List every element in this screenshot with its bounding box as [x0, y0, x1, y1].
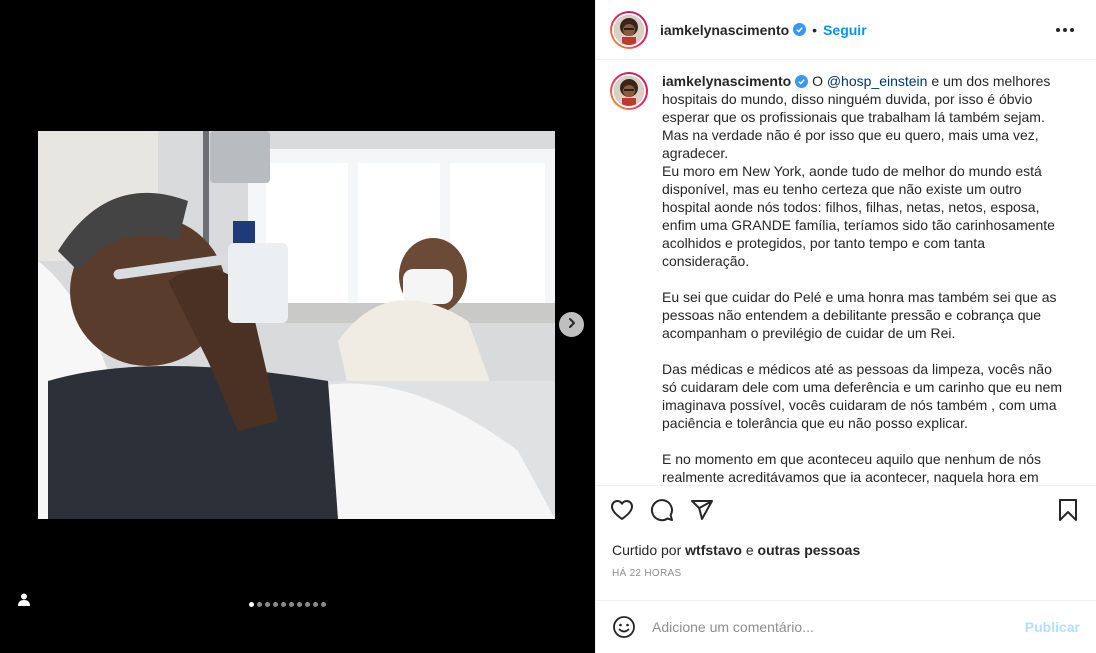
share-button[interactable] — [688, 498, 716, 526]
carousel-dot — [297, 602, 302, 607]
save-button[interactable] — [1054, 498, 1082, 526]
mention-link[interactable]: @hosp_einstein — [827, 73, 928, 89]
add-comment-bar: Publicar — [596, 600, 1096, 653]
smiley-icon[interactable] — [612, 615, 636, 639]
carousel-dot — [305, 602, 310, 607]
post-timestamp[interactable]: HÁ 22 HORAS — [596, 558, 1096, 579]
caption-paragraph: Eu sei que cuidar do Pelé e uma honra ma… — [662, 289, 1061, 341]
carousel-dot — [257, 602, 262, 607]
carousel-dot — [249, 602, 254, 607]
caption-paragraph: e um dos melhores hospitais do mundo, di… — [662, 73, 1055, 269]
media-pane — [0, 0, 595, 653]
follow-button[interactable]: Seguir — [823, 22, 867, 38]
chevron-right-icon — [566, 316, 578, 334]
more-options-icon[interactable] — [1048, 20, 1082, 40]
likes-summary: Curtido por wtfstavo e outras pessoas — [596, 538, 1096, 558]
heart-icon — [610, 498, 634, 527]
post-header: iamkelynascimento • Seguir — [596, 0, 1096, 60]
comment-input[interactable] — [652, 619, 1025, 635]
post-author-username[interactable]: iamkelynascimento — [660, 22, 789, 38]
like-button[interactable] — [608, 498, 636, 526]
comment-bubble-icon — [650, 498, 674, 527]
caption-paragraph: E no momento em que aconteceu aquilo que… — [662, 451, 1042, 485]
user-tag-icon[interactable] — [15, 590, 33, 608]
verified-badge-icon — [795, 75, 809, 88]
bookmark-icon — [1057, 498, 1079, 527]
caption-paragraph: Das médicas e médicos até as pessoas da … — [662, 361, 1066, 431]
next-photo-button[interactable] — [559, 312, 584, 337]
post-modal: iamkelynascimento • Seguir iamkelynascim… — [0, 0, 1096, 653]
caption-area: iamkelynascimento O @hosp_einstein e um … — [596, 60, 1096, 486]
separator: • — [812, 21, 818, 38]
paper-plane-icon — [690, 498, 714, 527]
carousel-dot — [265, 602, 270, 607]
comment-button[interactable] — [648, 498, 676, 526]
carousel-dot — [281, 602, 286, 607]
carousel-dot — [321, 602, 326, 607]
carousel-dot — [273, 602, 278, 607]
post-details-panel: iamkelynascimento • Seguir iamkelynascim… — [595, 0, 1096, 653]
likes-others-link[interactable]: outras pessoas — [758, 542, 861, 558]
carousel-dot — [289, 602, 294, 607]
post-photo[interactable] — [38, 131, 555, 519]
verified-badge-icon — [793, 23, 807, 36]
caption-lead: O — [812, 73, 827, 89]
likes-middle: e — [741, 542, 758, 558]
liker-username[interactable]: wtfstavo — [685, 542, 742, 558]
publish-button[interactable]: Publicar — [1025, 619, 1080, 635]
caption-username[interactable]: iamkelynascimento — [662, 73, 791, 89]
carousel-dot — [313, 602, 318, 607]
action-bar — [596, 486, 1096, 538]
avatar[interactable] — [610, 72, 648, 110]
avatar[interactable] — [610, 10, 648, 49]
carousel-indicators — [249, 602, 326, 607]
caption-text: iamkelynascimento O @hosp_einstein e um … — [662, 72, 1062, 485]
likes-prefix: Curtido por — [612, 542, 686, 558]
